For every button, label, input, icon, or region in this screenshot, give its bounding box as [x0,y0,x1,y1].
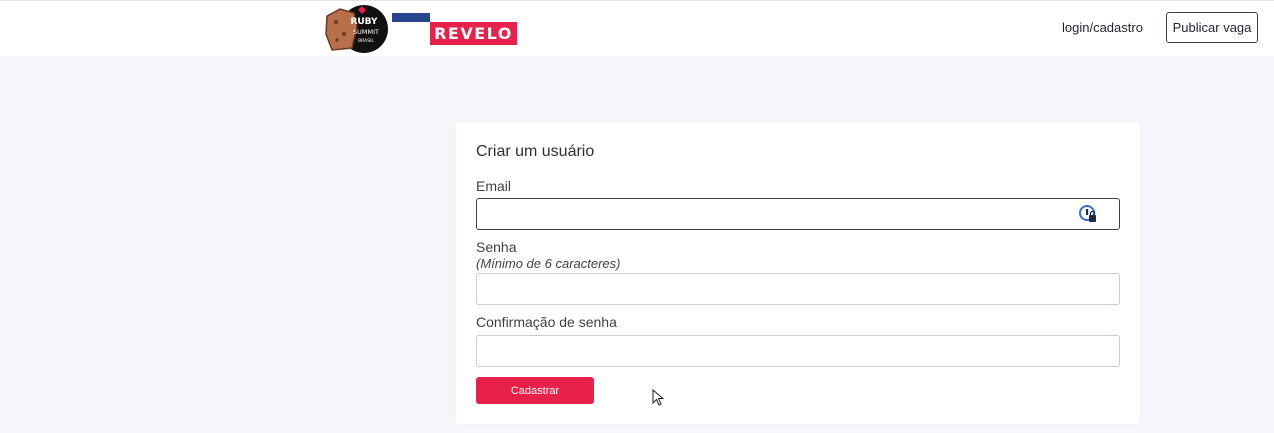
ruby-summit-logo[interactable]: RUBY SUMMIT BRASIL [324,4,388,54]
login-register-link[interactable]: login/cadastro [1062,20,1143,35]
password-manager-icon[interactable] [1079,205,1097,223]
publish-job-button[interactable]: Publicar vaga [1166,12,1258,43]
signup-card: Criar um usuário Email Senha (Mínimo de … [456,122,1140,424]
logo-brasil-word: BRASIL [358,38,374,44]
password-label: Senha [476,239,517,255]
password-field[interactable] [476,273,1120,305]
mouse-cursor-icon [652,389,664,406]
top-header: RUBY SUMMIT BRASIL REVELO login/cadastro… [0,0,1274,56]
email-field[interactable] [476,198,1120,230]
email-label: Email [476,178,512,194]
form-title: Criar um usuário [476,143,595,160]
logo-ruby-word: RUBY [350,17,378,27]
submit-button[interactable]: Cadastrar [476,377,594,404]
confirm-password-label: Confirmação de senha [476,314,617,330]
revelo-logo-bar [392,13,430,22]
revelo-logo[interactable]: REVELO [430,22,517,45]
password-hint: (Mínimo de 6 caracteres) [476,256,621,271]
logo-summit-word: SUMMIT [353,28,379,36]
confirm-password-field[interactable] [476,335,1120,367]
